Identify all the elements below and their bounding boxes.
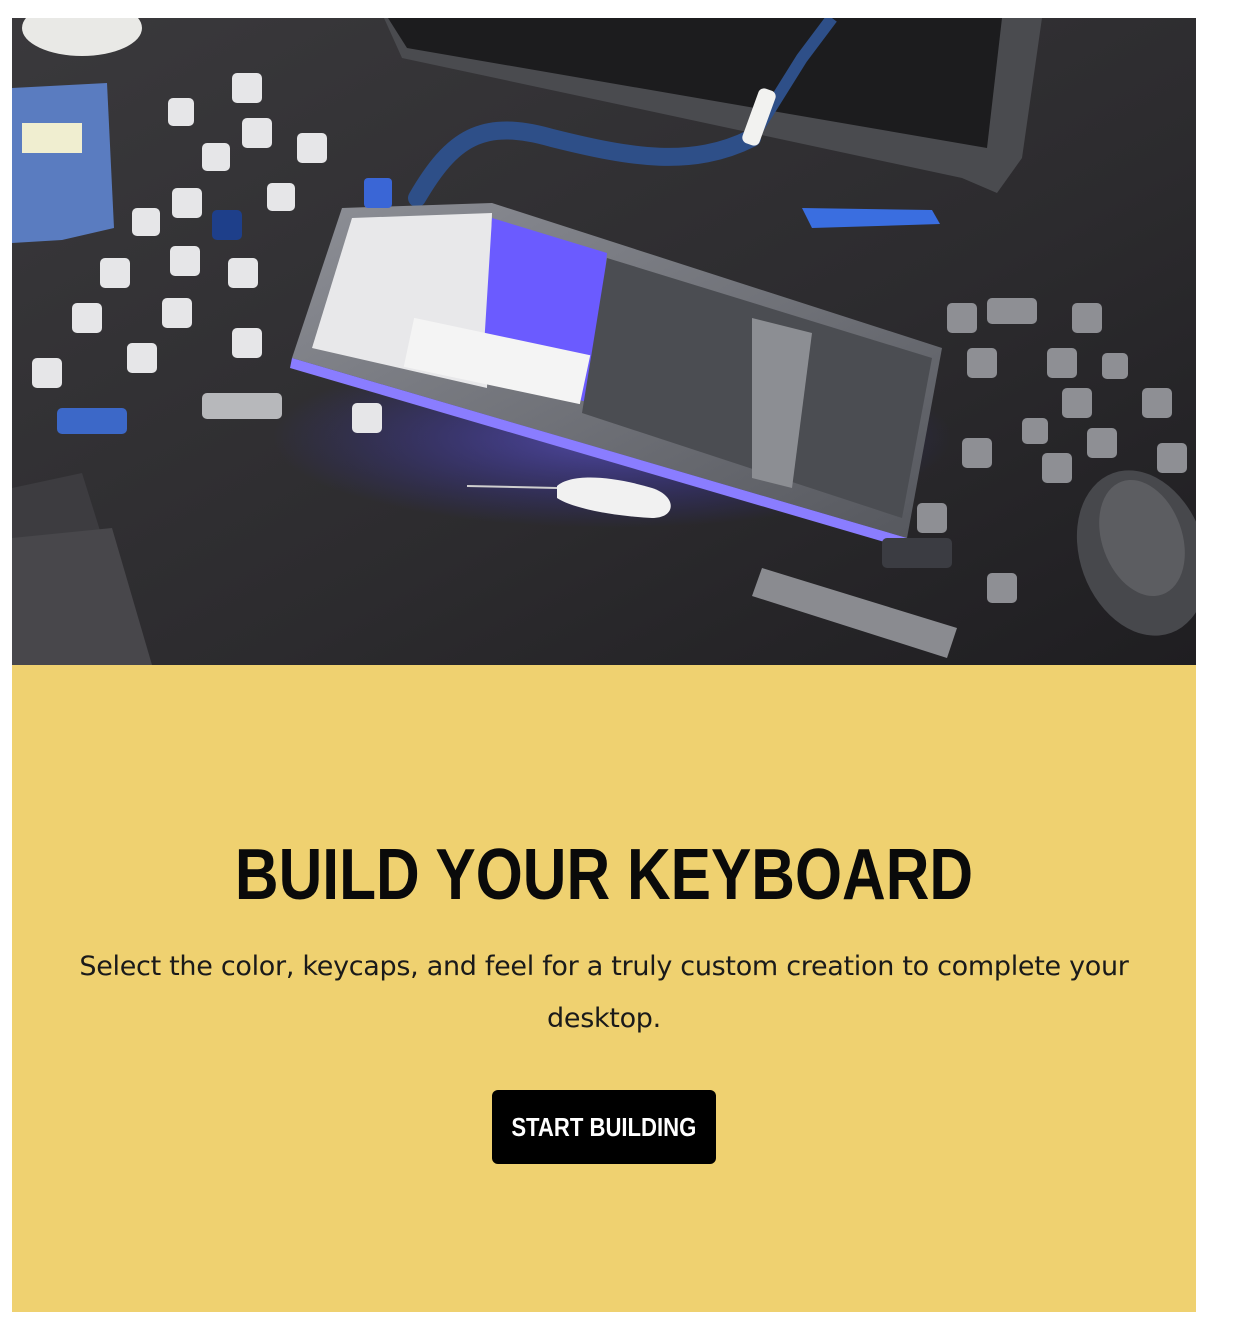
- hero-illustration: [12, 18, 1196, 665]
- promo-panel: BUILD YOUR KEYBOARD Select the color, ke…: [12, 665, 1196, 1312]
- start-building-button[interactable]: START BUILDING: [492, 1090, 716, 1164]
- promo-card: BUILD YOUR KEYBOARD Select the color, ke…: [12, 18, 1196, 1312]
- promo-headline: BUILD YOUR KEYBOARD: [234, 835, 974, 915]
- start-building-label: START BUILDING: [511, 1111, 697, 1142]
- hero-keyboard-image: [12, 18, 1196, 665]
- page: BUILD YOUR KEYBOARD Select the color, ke…: [0, 0, 1238, 1344]
- promo-description: Select the color, keycaps, and feel for …: [79, 951, 1129, 1034]
